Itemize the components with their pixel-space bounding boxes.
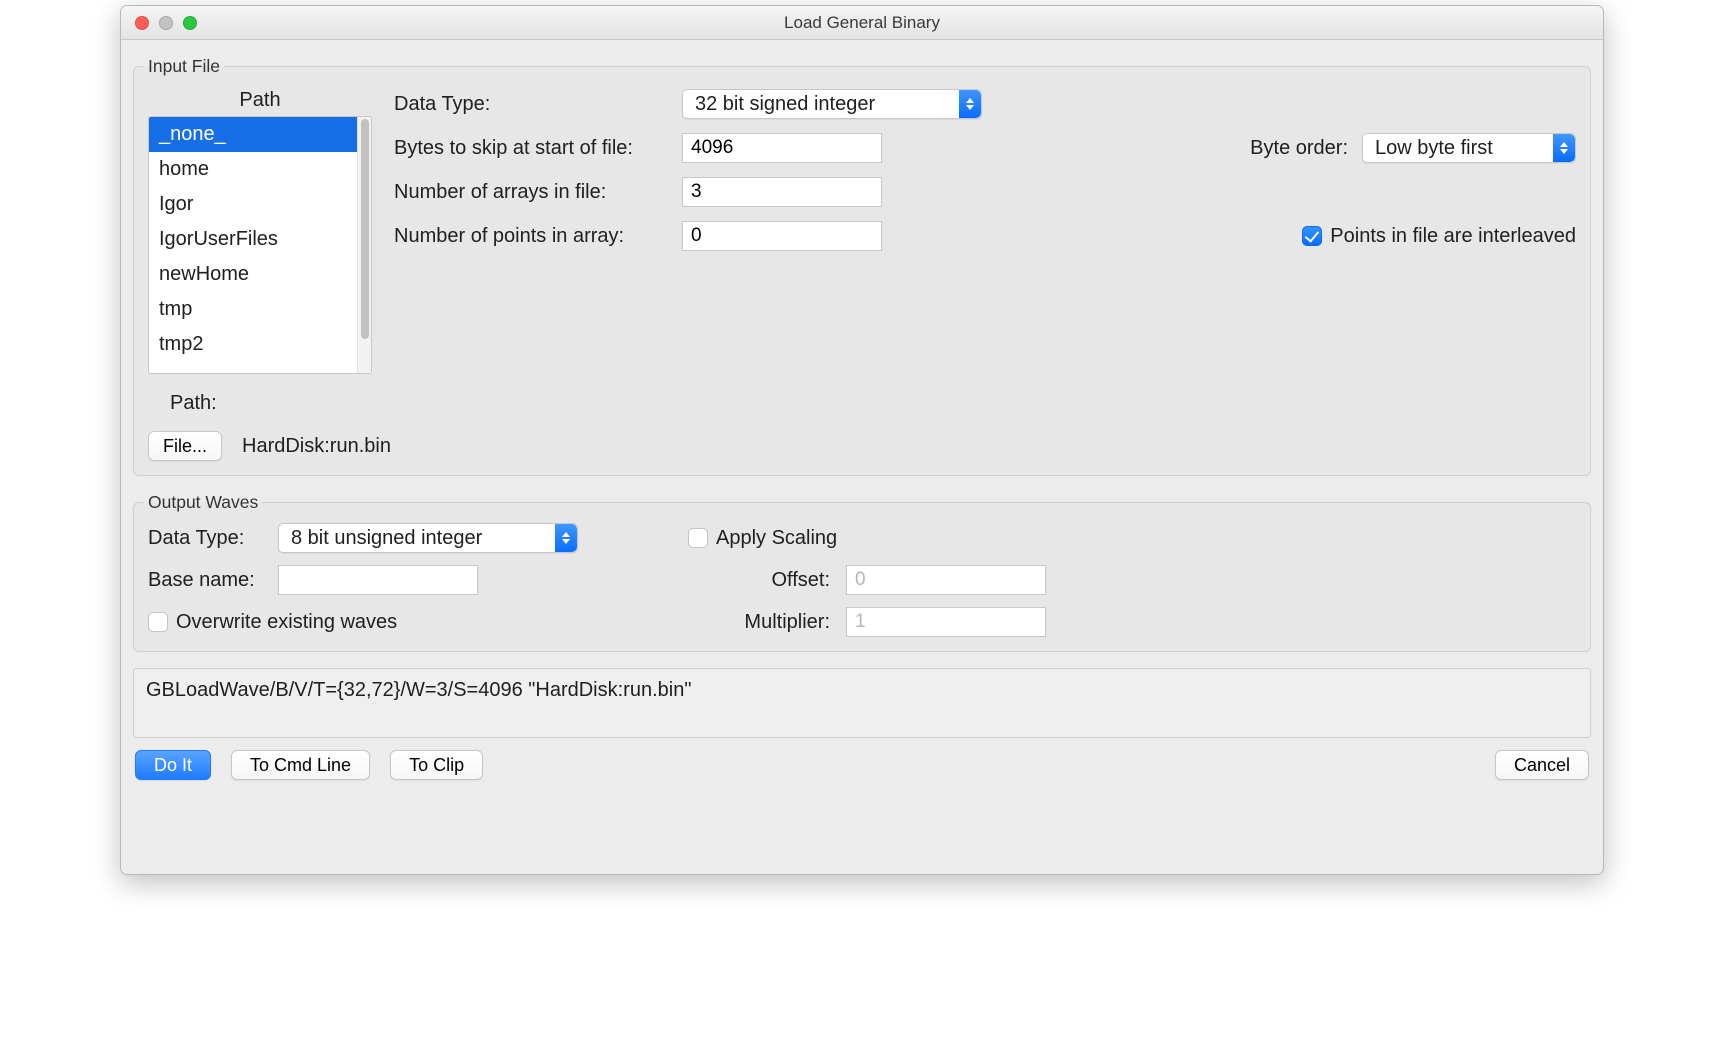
list-item[interactable]: Igor <box>149 187 357 222</box>
label-base-name: Base name: <box>148 569 268 592</box>
to-clip-button[interactable]: To Clip <box>390 750 483 780</box>
cancel-button[interactable]: Cancel <box>1495 750 1589 780</box>
check-icon <box>688 528 708 548</box>
input-num-points[interactable] <box>682 221 882 251</box>
label-out-data-type: Data Type: <box>148 527 268 550</box>
input-bytes-skip[interactable] <box>682 133 882 163</box>
to-cmd-line-button[interactable]: To Cmd Line <box>231 750 370 780</box>
path-label: Path: <box>148 374 372 421</box>
list-item[interactable]: IgorUserFiles <box>149 222 357 257</box>
dialog-content: Input File Path _none_homeIgorIgorUserFi… <box>121 40 1603 874</box>
check-icon <box>1302 226 1322 246</box>
select-byte-order[interactable]: Low byte first <box>1362 133 1576 163</box>
settings-column: Data Type: 32 bit signed integer Bytes t… <box>394 87 1576 461</box>
label-byte-order: Byte order: <box>1250 137 1348 160</box>
list-item[interactable]: _none_ <box>149 117 357 152</box>
input-base-name[interactable] <box>278 565 478 595</box>
command-preview: GBLoadWave/B/V/T={32,72}/W=3/S=4096 "Har… <box>133 668 1591 738</box>
do-it-button[interactable]: Do It <box>135 750 211 780</box>
label-data-type: Data Type: <box>394 93 672 116</box>
checkbox-interleaved[interactable]: Points in file are interleaved <box>1302 225 1576 248</box>
scrollbar-thumb[interactable] <box>361 119 369 339</box>
zoom-icon[interactable] <box>183 16 197 30</box>
select-value: 32 bit signed integer <box>695 93 885 116</box>
close-icon[interactable] <box>135 16 149 30</box>
path-header: Path <box>148 87 372 116</box>
list-item[interactable]: home <box>149 152 357 187</box>
checkbox-label: Overwrite existing waves <box>176 611 397 634</box>
label-offset: Offset: <box>736 569 836 592</box>
button-row: Do It To Cmd Line To Clip Cancel <box>133 750 1591 780</box>
window-controls <box>121 16 197 30</box>
select-value: Low byte first <box>1375 137 1503 160</box>
groupbox-input-file: Input File Path _none_homeIgorIgorUserFi… <box>133 56 1591 476</box>
groupbox-output-waves: Output Waves Data Type: 8 bit unsigned i… <box>133 492 1591 652</box>
list-item[interactable]: tmp2 <box>149 327 357 362</box>
label-num-points: Number of points in array: <box>394 225 672 248</box>
label-multiplier: Multiplier: <box>736 611 836 634</box>
chevron-updown-icon <box>1553 134 1575 162</box>
checkbox-apply-scaling[interactable]: Apply Scaling <box>688 527 837 550</box>
legend-output-waves: Output Waves <box>144 492 262 513</box>
path-listbox[interactable]: _none_homeIgorIgorUserFilesnewHometmptmp… <box>148 116 372 374</box>
checkbox-label: Points in file are interleaved <box>1330 225 1576 248</box>
select-input-data-type[interactable]: 32 bit signed integer <box>682 89 982 119</box>
checkbox-overwrite[interactable]: Overwrite existing waves <box>148 611 397 634</box>
select-value: 8 bit unsigned integer <box>291 527 492 550</box>
file-path-text: HardDisk:run.bin <box>242 435 391 458</box>
command-text: GBLoadWave/B/V/T={32,72}/W=3/S=4096 "Har… <box>146 679 691 701</box>
checkbox-label: Apply Scaling <box>716 527 837 550</box>
file-button[interactable]: File... <box>148 431 222 461</box>
list-item[interactable]: tmp <box>149 292 357 327</box>
list-item[interactable]: newHome <box>149 257 357 292</box>
input-num-arrays[interactable] <box>682 177 882 207</box>
input-offset[interactable] <box>846 565 1046 595</box>
dialog-window: Load General Binary Input File Path _non… <box>120 5 1604 875</box>
label-num-arrays: Number of arrays in file: <box>394 181 672 204</box>
input-multiplier[interactable] <box>846 607 1046 637</box>
check-icon <box>148 612 168 632</box>
chevron-updown-icon <box>555 524 577 552</box>
label-bytes-skip: Bytes to skip at start of file: <box>394 137 672 160</box>
window-title: Load General Binary <box>121 13 1603 33</box>
chevron-updown-icon <box>959 90 981 118</box>
path-column: Path _none_homeIgorIgorUserFilesnewHomet… <box>148 87 372 461</box>
minimize-icon <box>159 16 173 30</box>
scrollbar[interactable] <box>357 117 371 373</box>
legend-input-file: Input File <box>144 56 224 77</box>
titlebar: Load General Binary <box>121 6 1603 40</box>
select-output-data-type[interactable]: 8 bit unsigned integer <box>278 523 578 553</box>
